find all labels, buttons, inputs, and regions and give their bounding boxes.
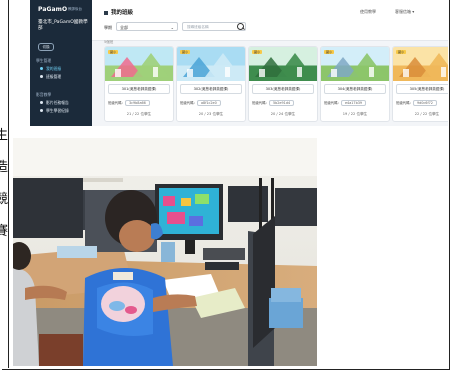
page-title-text: 我的班級 [111,10,134,16]
class-code-row: 班級代碼： a8f1c2e0 [180,100,242,106]
class-card[interactable]: 國小 302(吳慧老師英語課) 班級代碼： a8f1c2e0 20 / 23 位學生 [176,46,246,122]
top-bar [92,0,448,41]
sidebar: PaGamO 教師後台 臺北市_PaGamO國教學部 切換 學生管理 我的班級 … [30,0,92,126]
side-text-char: 造 [0,160,9,175]
class-code-row: 班級代碼： 9d0c6f72 [396,100,448,106]
student-count: 20 / 24 位學生 [270,112,296,116]
semester-select[interactable]: 全部 ⌄ [116,22,178,31]
sidebar-item-class-manage[interactable]: 班級管理 [40,74,61,80]
class-code-label: 班級代碼： [252,101,269,105]
class-code-label: 班級代碼： [180,101,197,105]
sidebar-item-my-classes[interactable]: 我的班級 [40,66,61,72]
class-code-row: 班級代碼： e4a17b39 [324,100,386,106]
grade-tag: 國小 [396,50,407,54]
class-name: 305(吳慧老師英語課) [396,84,448,94]
class-code-row: 班級代碼： 5b2e91d4 [252,100,314,106]
page-title: 我的班級 [104,8,133,16]
sidebar-item-label: 影片任務報告 [46,100,69,105]
sidebar-item-video-report[interactable]: 影片任務報告 [40,100,69,106]
class-code-label: 班級代碼： [324,101,341,105]
class-card-thumbnail: 國小 [105,47,173,81]
class-name: 302(吳慧老師英語課) [180,84,242,94]
class-code[interactable]: 3c9b8a66 [124,100,150,106]
sidebar-item-label: 學生學習紀錄 [46,108,69,113]
class-card[interactable]: 國小 301(吳慧老師英語課) 班級代碼： 3c9b8a66 21 / 22 位學生 [104,46,174,122]
flag-icon [104,10,108,15]
sidebar-item-label: 班級管理 [46,74,62,79]
class-code[interactable]: 5b2e91d4 [268,100,295,106]
class-card-thumbnail: 國小 [321,47,389,81]
class-card-thumbnail: 國小 [249,47,317,81]
student-count: 20 / 23 位學生 [198,112,224,116]
switch-button[interactable]: 切換 [38,43,54,51]
class-code[interactable]: 9d0c6f72 [412,100,437,106]
cropped-side-text: 生 造 競 賽 [0,120,12,320]
student-count: 21 / 22 位學生 [126,112,152,116]
semester-filter-label: 學期 [104,25,112,30]
sidebar-section-students: 學生管理 [36,58,52,63]
bullet-icon [40,67,43,70]
bullet-icon [40,109,43,112]
support-link[interactable]: 客服信箱 ▾ [395,9,414,15]
brand-subtitle: 教師後台 [68,7,82,11]
chevron-down-icon: ⌄ [170,25,174,30]
grade-tag: 國小 [180,50,191,54]
class-name: 301(吳慧老師英語課) [108,84,170,94]
side-text-char: 競 [0,192,9,207]
grade-tag: 國小 [252,50,263,54]
side-text-char: 賽 [0,224,9,239]
brand-logo: PaGamO [38,6,68,13]
side-text-char: 生 [0,128,9,143]
grade-tag: 國小 [324,50,335,54]
semester-select-value: 全部 [120,25,128,30]
sidebar-section-video: 影音教學 [36,92,52,97]
class-code-label: 班級代碼： [396,101,413,105]
help-link[interactable]: 使用教學 [360,9,376,15]
sidebar-item-label: 我的班級 [46,66,62,71]
pagamo-screenshot: PaGamO 教師後台 臺北市_PaGamO國教學部 切換 學生管理 我的班級 … [30,0,448,126]
class-card-thumbnail: 國小 [177,47,245,81]
class-name: 304(吳慧老師英語課) [324,84,386,94]
class-card[interactable]: 國小 304(吳慧老師英語課) 班級代碼： e4a17b39 19 / 22 位學生 [320,46,390,122]
class-name: 303(吳慧老師英語課) [252,84,314,94]
student-count: 19 / 22 位學生 [342,112,368,116]
class-code-row: 班級代碼： 3c9b8a66 [108,100,170,106]
school-name: 臺北市_PaGamO國教學部 [38,20,88,31]
class-card-thumbnail: 國小 [393,47,448,81]
class-code[interactable]: a8f1c2e0 [196,100,221,106]
class-card[interactable]: 國小 303(吳慧老師英語課) 班級代碼： 5b2e91d4 20 / 24 位學生 [248,46,318,122]
classroom-photo [13,138,317,366]
class-code-label: 班級代碼： [108,101,125,105]
sidebar-item-learning-record[interactable]: 學生學習紀錄 [40,108,69,114]
search-icon[interactable] [237,23,244,30]
bullet-icon [40,75,43,78]
classroom-photo-illustration [13,138,317,366]
student-count: 22 / 22 位學生 [414,112,440,116]
class-count: 5個班 [104,40,114,44]
class-code[interactable]: e4a17b39 [340,100,367,106]
class-card[interactable]: 國小 305(吳慧老師英語課) 班級代碼： 9d0c6f72 22 / 22 位學生 [392,46,448,122]
grade-tag: 國小 [108,50,119,54]
bullet-icon [40,101,43,104]
